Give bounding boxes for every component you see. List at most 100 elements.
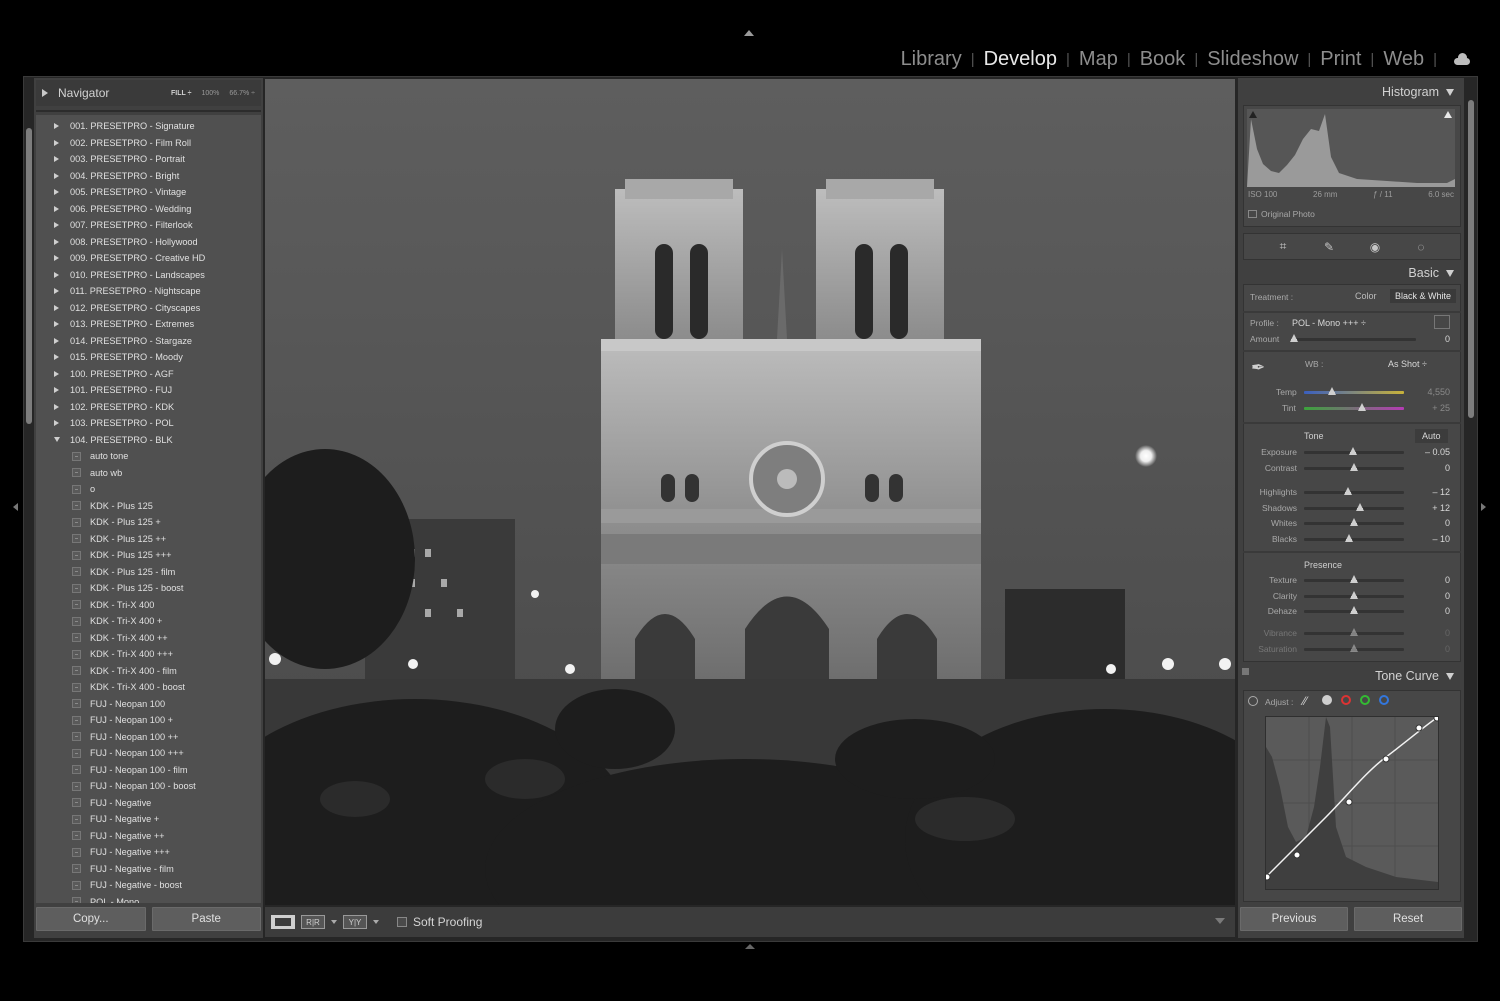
temp-value[interactable]: 4,550 — [1410, 387, 1450, 397]
left-panel-toggle-icon[interactable] — [13, 503, 18, 511]
preset-folder[interactable]: 010. PRESETPRO - Landscapes — [36, 267, 261, 284]
preset-item[interactable]: KDK - Plus 125 — [36, 498, 261, 515]
folder-collapsed-icon[interactable] — [54, 304, 59, 311]
folder-collapsed-icon[interactable] — [54, 337, 59, 344]
zoom-100[interactable]: 100% — [201, 90, 219, 97]
preset-item[interactable]: FUJ - Neopan 100 - film — [36, 762, 261, 779]
wb-eyedropper-icon[interactable]: ✒ — [1251, 358, 1275, 382]
folder-collapsed-icon[interactable] — [54, 222, 59, 229]
preset-folder[interactable]: 011. PRESETPRO - Nightscape — [36, 283, 261, 300]
collapse-triangle-icon[interactable] — [1446, 88, 1454, 96]
preset-item[interactable]: KDK - Plus 125 ++ — [36, 531, 261, 548]
preset-folder[interactable]: 003. PRESETPRO - Portrait — [36, 151, 261, 168]
preset-item[interactable]: KDK - Plus 125 +++ — [36, 547, 261, 564]
preset-item[interactable]: FUJ - Negative +++ — [36, 844, 261, 861]
preset-item[interactable]: KDK - Tri-X 400 ++ — [36, 630, 261, 647]
preset-item[interactable]: FUJ - Neopan 100 + — [36, 712, 261, 729]
zoom-custom[interactable]: 66.7% ÷ — [229, 90, 255, 97]
temp-slider[interactable] — [1304, 387, 1404, 395]
red-channel-icon[interactable] — [1341, 695, 1351, 705]
folder-collapsed-icon[interactable] — [54, 370, 59, 377]
preset-item[interactable]: KDK - Tri-X 400 - boost — [36, 679, 261, 696]
slider-value[interactable]: 0 — [1410, 628, 1450, 638]
before-after-swap-caret-icon[interactable] — [373, 920, 379, 924]
folder-expanded-icon[interactable] — [54, 437, 60, 443]
before-after-caret-icon[interactable] — [331, 920, 337, 924]
module-library[interactable]: Library — [899, 48, 964, 71]
top-panel-toggle-icon[interactable] — [744, 30, 754, 36]
slider-thumb[interactable] — [1350, 590, 1358, 599]
preset-item[interactable]: FUJ - Negative — [36, 795, 261, 812]
folder-collapsed-icon[interactable] — [54, 123, 59, 130]
blue-channel-icon[interactable] — [1379, 695, 1389, 705]
preset-folder[interactable]: 102. PRESETPRO - KDK — [36, 399, 261, 416]
folder-collapsed-icon[interactable] — [54, 420, 59, 427]
radial-filter-icon[interactable]: ◌ — [1414, 240, 1428, 254]
paste-button[interactable]: Paste — [151, 907, 261, 931]
preset-folder[interactable]: 101. PRESETPRO - FUJ — [36, 382, 261, 399]
previous-button[interactable]: Previous — [1240, 907, 1348, 931]
preset-item[interactable]: KDK - Plus 125 - boost — [36, 580, 261, 597]
reset-button[interactable]: Reset — [1354, 907, 1462, 931]
folder-collapsed-icon[interactable] — [54, 238, 59, 245]
folder-collapsed-icon[interactable] — [54, 288, 59, 295]
preset-item[interactable]: auto wb — [36, 465, 261, 482]
original-photo-checkbox[interactable] — [1248, 210, 1257, 218]
tint-slider-thumb[interactable] — [1358, 403, 1366, 411]
preset-item[interactable]: FUJ - Negative + — [36, 811, 261, 828]
slider-value[interactable]: 0 — [1410, 606, 1450, 616]
module-web[interactable]: Web — [1381, 48, 1426, 71]
tone-curve-header[interactable]: Tone Curve — [1240, 665, 1462, 687]
slider-thumb[interactable] — [1350, 643, 1358, 652]
navigator-header[interactable]: Navigator FILL ÷ 100% 66.7% ÷ — [36, 80, 261, 106]
slider-thumb[interactable] — [1349, 447, 1357, 455]
original-photo-toggle[interactable]: Original Photo — [1248, 209, 1315, 219]
preset-folder[interactable]: 007. PRESETPRO - Filterlook — [36, 217, 261, 234]
slider-thumb[interactable] — [1350, 462, 1358, 471]
preset-folder[interactable]: 009. PRESETPRO - Creative HD — [36, 250, 261, 267]
preset-folder[interactable]: 008. PRESETPRO - Hollywood — [36, 234, 261, 251]
slider-thumb[interactable] — [1345, 534, 1353, 542]
collapse-triangle-icon[interactable] — [1446, 269, 1454, 277]
saturation-slider[interactable] — [1304, 643, 1404, 652]
amount-value[interactable]: 0 — [1410, 334, 1450, 344]
preset-folder[interactable]: 006. PRESETPRO - Wedding — [36, 201, 261, 218]
cloud-sync-icon[interactable] — [1452, 53, 1472, 65]
profile-browser-icon[interactable] — [1434, 315, 1450, 329]
filmstrip-toggle-icon[interactable] — [745, 944, 755, 949]
preset-item[interactable]: POL - Mono — [36, 894, 261, 903]
loupe-view-icon[interactable] — [271, 915, 295, 929]
amount-slider[interactable] — [1290, 334, 1416, 342]
crop-icon[interactable]: ⌗ — [1276, 239, 1290, 254]
slider-value[interactable]: – 12 — [1410, 487, 1450, 497]
module-develop[interactable]: Develop — [982, 48, 1059, 71]
slider-thumb[interactable] — [1350, 628, 1358, 637]
zoom-fill[interactable]: FILL ÷ — [171, 90, 191, 97]
wb-dropdown[interactable]: As Shot ÷ — [1388, 359, 1427, 369]
folder-collapsed-icon[interactable] — [54, 189, 59, 196]
preset-item[interactable]: FUJ - Negative ++ — [36, 828, 261, 845]
preset-item[interactable]: KDK - Plus 125 - film — [36, 564, 261, 581]
treatment-color-option[interactable]: Color — [1355, 291, 1377, 301]
preset-folder[interactable]: 005. PRESETPRO - Vintage — [36, 184, 261, 201]
photo-canvas[interactable] — [265, 79, 1235, 905]
preset-folder[interactable]: 004. PRESETPRO - Bright — [36, 168, 261, 185]
folder-collapsed-icon[interactable] — [54, 321, 59, 328]
dehaze-slider[interactable] — [1304, 606, 1404, 615]
slider-thumb[interactable] — [1344, 486, 1352, 495]
preset-folder[interactable]: 001. PRESETPRO - Signature — [36, 118, 261, 135]
clarity-slider[interactable] — [1304, 590, 1404, 599]
soft-proofing-checkbox[interactable] — [397, 917, 407, 927]
module-map[interactable]: Map — [1077, 48, 1120, 71]
preset-folder[interactable]: 104. PRESETPRO - BLK — [36, 432, 261, 449]
before-after-lr-icon[interactable]: R|R — [301, 915, 325, 929]
module-print[interactable]: Print — [1318, 48, 1363, 71]
preset-item[interactable]: FUJ - Neopan 100 - boost — [36, 778, 261, 795]
preset-item[interactable]: KDK - Tri-X 400 + — [36, 613, 261, 630]
texture-slider[interactable] — [1304, 575, 1404, 583]
before-after-tb-icon[interactable]: Y|Y — [343, 915, 367, 929]
preset-item[interactable]: KDK - Tri-X 400 - film — [36, 663, 261, 680]
copy-button[interactable]: Copy... — [36, 907, 146, 931]
spot-removal-icon[interactable]: ✎ — [1322, 240, 1336, 254]
tint-slider[interactable] — [1304, 403, 1404, 411]
